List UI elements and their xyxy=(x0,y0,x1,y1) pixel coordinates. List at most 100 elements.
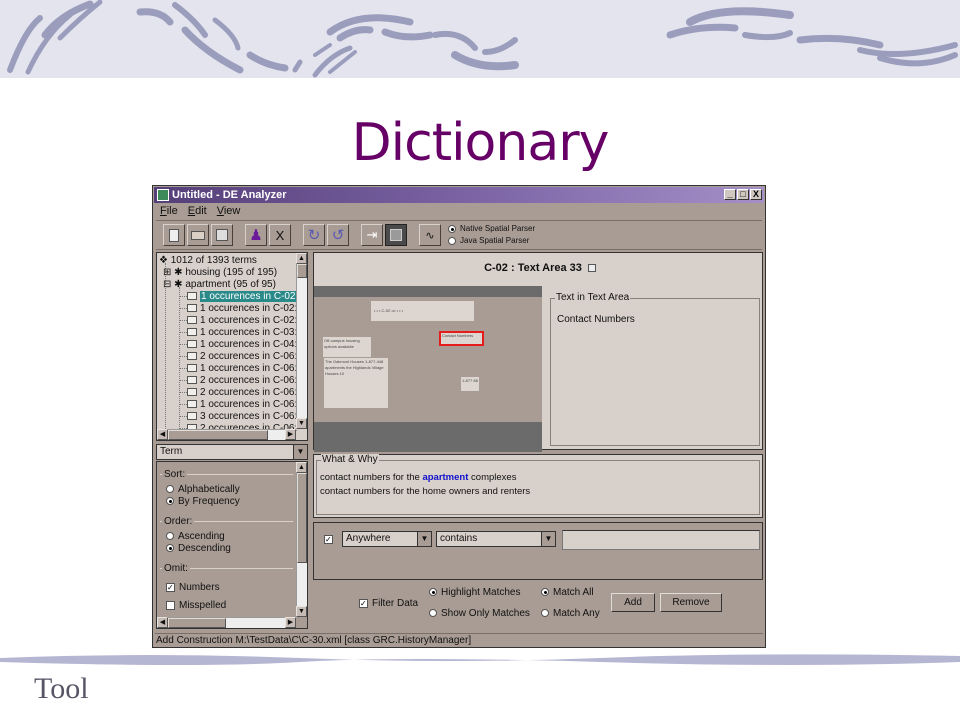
grid-view-icon xyxy=(390,229,402,241)
waveform-button[interactable]: ∿ xyxy=(419,224,441,246)
options-vertical-scrollbar[interactable]: ▲ ▼ xyxy=(296,462,307,617)
text-area-icon xyxy=(187,364,197,373)
window-titlebar[interactable]: Untitled - DE Analyzer _ □ X xyxy=(154,187,764,203)
order-descending[interactable]: Descending xyxy=(166,543,231,555)
java-parser-option[interactable]: Java Spatial Parser xyxy=(448,235,535,247)
scroll-left-button[interactable]: ◀ xyxy=(157,429,168,440)
scroll-left-button[interactable]: ◀ xyxy=(157,617,168,628)
scroll-thumb[interactable] xyxy=(297,473,307,563)
redo-button[interactable]: ↺ xyxy=(327,224,349,246)
menu-view[interactable]: View xyxy=(217,204,241,219)
filter-data-checkbox[interactable]: Filter Data xyxy=(359,598,418,609)
term-tree[interactable]: ❖ 1012 of 1393 terms ⊞ ✱ housing (195 of… xyxy=(156,252,308,441)
maximize-button[interactable]: □ xyxy=(737,189,749,200)
scroll-right-button[interactable]: ▶ xyxy=(285,617,296,628)
tree-leaf[interactable]: 1 occurences in C-04: xyxy=(179,339,297,351)
scroll-thumb[interactable] xyxy=(168,618,226,628)
text-in-text-area-group: Text in Text Area Contact Numbers xyxy=(550,292,760,446)
minimize-button[interactable]: _ xyxy=(724,189,736,200)
tree-leaf[interactable]: 1 occurences in C-02: xyxy=(179,303,297,315)
checkbox-empty-icon xyxy=(166,600,175,610)
radio-selected-icon xyxy=(429,588,437,597)
tree-horizontal-scrollbar[interactable]: ◀ ▶ xyxy=(157,429,296,440)
add-user-button[interactable]: ♟ xyxy=(245,224,267,246)
delete-x-icon: X xyxy=(275,227,285,243)
collapse-minus-icon[interactable]: ⊟ xyxy=(163,279,174,290)
tree-leaf[interactable]: 1 occurences in C-02: xyxy=(179,291,300,303)
open-button[interactable] xyxy=(187,224,209,246)
undo-icon: ↻ xyxy=(307,227,321,244)
toolbar: ♟ X ↻ ↺ ⇥ ∿ Native Spatial Parser Java S… xyxy=(156,220,762,250)
menu-edit[interactable]: Edit xyxy=(188,204,207,219)
tree-leaf[interactable]: 2 occurences in C-06: xyxy=(179,375,297,387)
remove-button[interactable]: Remove xyxy=(660,593,722,612)
scroll-thumb[interactable] xyxy=(168,430,268,440)
text-area-icon xyxy=(587,264,596,273)
what-why-line-2: contact numbers for the home owners and … xyxy=(320,486,531,497)
parser-options: Native Spatial Parser Java Spatial Parse… xyxy=(448,223,535,247)
match-any-option[interactable]: Match Any xyxy=(541,608,600,619)
location-dropdown[interactable]: Anywhere ▼ xyxy=(342,531,432,547)
scroll-up-button[interactable]: ▲ xyxy=(296,253,307,264)
radio-selected-icon xyxy=(448,224,456,233)
highlight-matches-option[interactable]: Highlight Matches xyxy=(429,587,520,598)
tree-leaf[interactable]: 2 occurences in C-06: xyxy=(179,387,297,399)
split-arrow-button[interactable]: ⇥ xyxy=(361,224,383,246)
order-ascending[interactable]: Ascending xyxy=(166,531,225,543)
scroll-down-button[interactable]: ▼ xyxy=(296,418,307,429)
omit-label: Omit: xyxy=(162,563,190,574)
tree-leaf[interactable]: 1 occurences in C-06: xyxy=(179,363,297,375)
tree-root[interactable]: ❖ 1012 of 1393 terms xyxy=(159,255,257,267)
delete-button[interactable]: X xyxy=(269,224,291,246)
filter-row-checkbox[interactable] xyxy=(324,535,333,544)
tree-leaf[interactable]: 1 occurences in C-02: xyxy=(179,315,297,327)
radio-empty-icon xyxy=(166,532,174,541)
tree-leaf[interactable]: 2 occurences in C-06: xyxy=(179,351,297,363)
sort-by-frequency[interactable]: By Frequency xyxy=(166,496,240,508)
what-and-why-panel: What & Why contact numbers for the apart… xyxy=(313,454,763,518)
scroll-thumb[interactable] xyxy=(297,264,307,278)
grid-view-button[interactable] xyxy=(385,224,407,246)
status-bar: Add Construction M:\TestData\C\C-30.xml … xyxy=(155,633,763,646)
tree-leaf[interactable]: 3 occurences in C-06: xyxy=(179,411,297,423)
tree-leaf[interactable]: 1 occurences in C-06: xyxy=(179,399,297,411)
term-icon: ✱ xyxy=(174,279,186,290)
native-parser-option[interactable]: Native Spatial Parser xyxy=(448,223,535,235)
save-disk-icon xyxy=(216,229,228,241)
scroll-down-button[interactable]: ▼ xyxy=(296,606,307,617)
checkbox-checked-icon xyxy=(166,582,175,592)
sort-alphabetically[interactable]: Alphabetically xyxy=(166,484,240,496)
menu-file[interactable]: File xyxy=(160,204,178,219)
tree-node-apartment[interactable]: ⊟ ✱ apartment (95 of 95) xyxy=(163,279,276,291)
tree-leaf[interactable]: 1 occurences in C-03: xyxy=(179,327,297,339)
radio-selected-icon xyxy=(166,544,174,553)
operator-dropdown[interactable]: contains ▼ xyxy=(436,531,556,547)
save-button[interactable] xyxy=(211,224,233,246)
match-all-option[interactable]: Match All xyxy=(541,587,594,598)
omit-numbers-checkbox[interactable]: Numbers xyxy=(166,582,220,594)
checkbox-checked-icon xyxy=(359,598,368,608)
expand-plus-icon[interactable]: ⊞ xyxy=(163,267,174,278)
options-horizontal-scrollbar[interactable]: ◀ ▶ xyxy=(157,617,296,628)
de-analyzer-window: Untitled - DE Analyzer _ □ X File Edit V… xyxy=(152,185,766,648)
slide-title: Dictionary xyxy=(351,113,610,173)
term-dropdown[interactable]: Term ▼ xyxy=(156,444,308,460)
tree-vertical-scrollbar[interactable]: ▲ ▼ xyxy=(296,253,307,429)
omit-misspelled-checkbox[interactable]: Misspelled xyxy=(166,600,226,612)
add-user-icon: ♟ xyxy=(249,227,263,244)
text-area-title: C-02 : Text Area 33 xyxy=(314,262,766,274)
highlighted-match-box[interactable]: Contact Numbers xyxy=(439,331,484,346)
options-panel: Sort: Alphabetically By Frequency Order:… xyxy=(156,461,308,629)
page-thumbnail[interactable]: • • • C-02 ••• • • • Contact Numbers Off… xyxy=(314,286,542,452)
show-only-matches-option[interactable]: Show Only Matches xyxy=(429,608,530,619)
sort-group: Sort: Alphabetically By Frequency xyxy=(160,469,293,518)
scroll-right-button[interactable]: ▶ xyxy=(285,429,296,440)
close-button[interactable]: X xyxy=(750,189,762,200)
tree-node-housing[interactable]: ⊞ ✱ housing (195 of 195) xyxy=(163,267,277,279)
add-button[interactable]: Add xyxy=(611,593,655,612)
scroll-up-button[interactable]: ▲ xyxy=(296,462,307,473)
filter-value-input[interactable] xyxy=(562,530,760,550)
new-document-button[interactable] xyxy=(163,224,185,246)
text-area-icon xyxy=(187,352,197,361)
undo-button[interactable]: ↻ xyxy=(303,224,325,246)
